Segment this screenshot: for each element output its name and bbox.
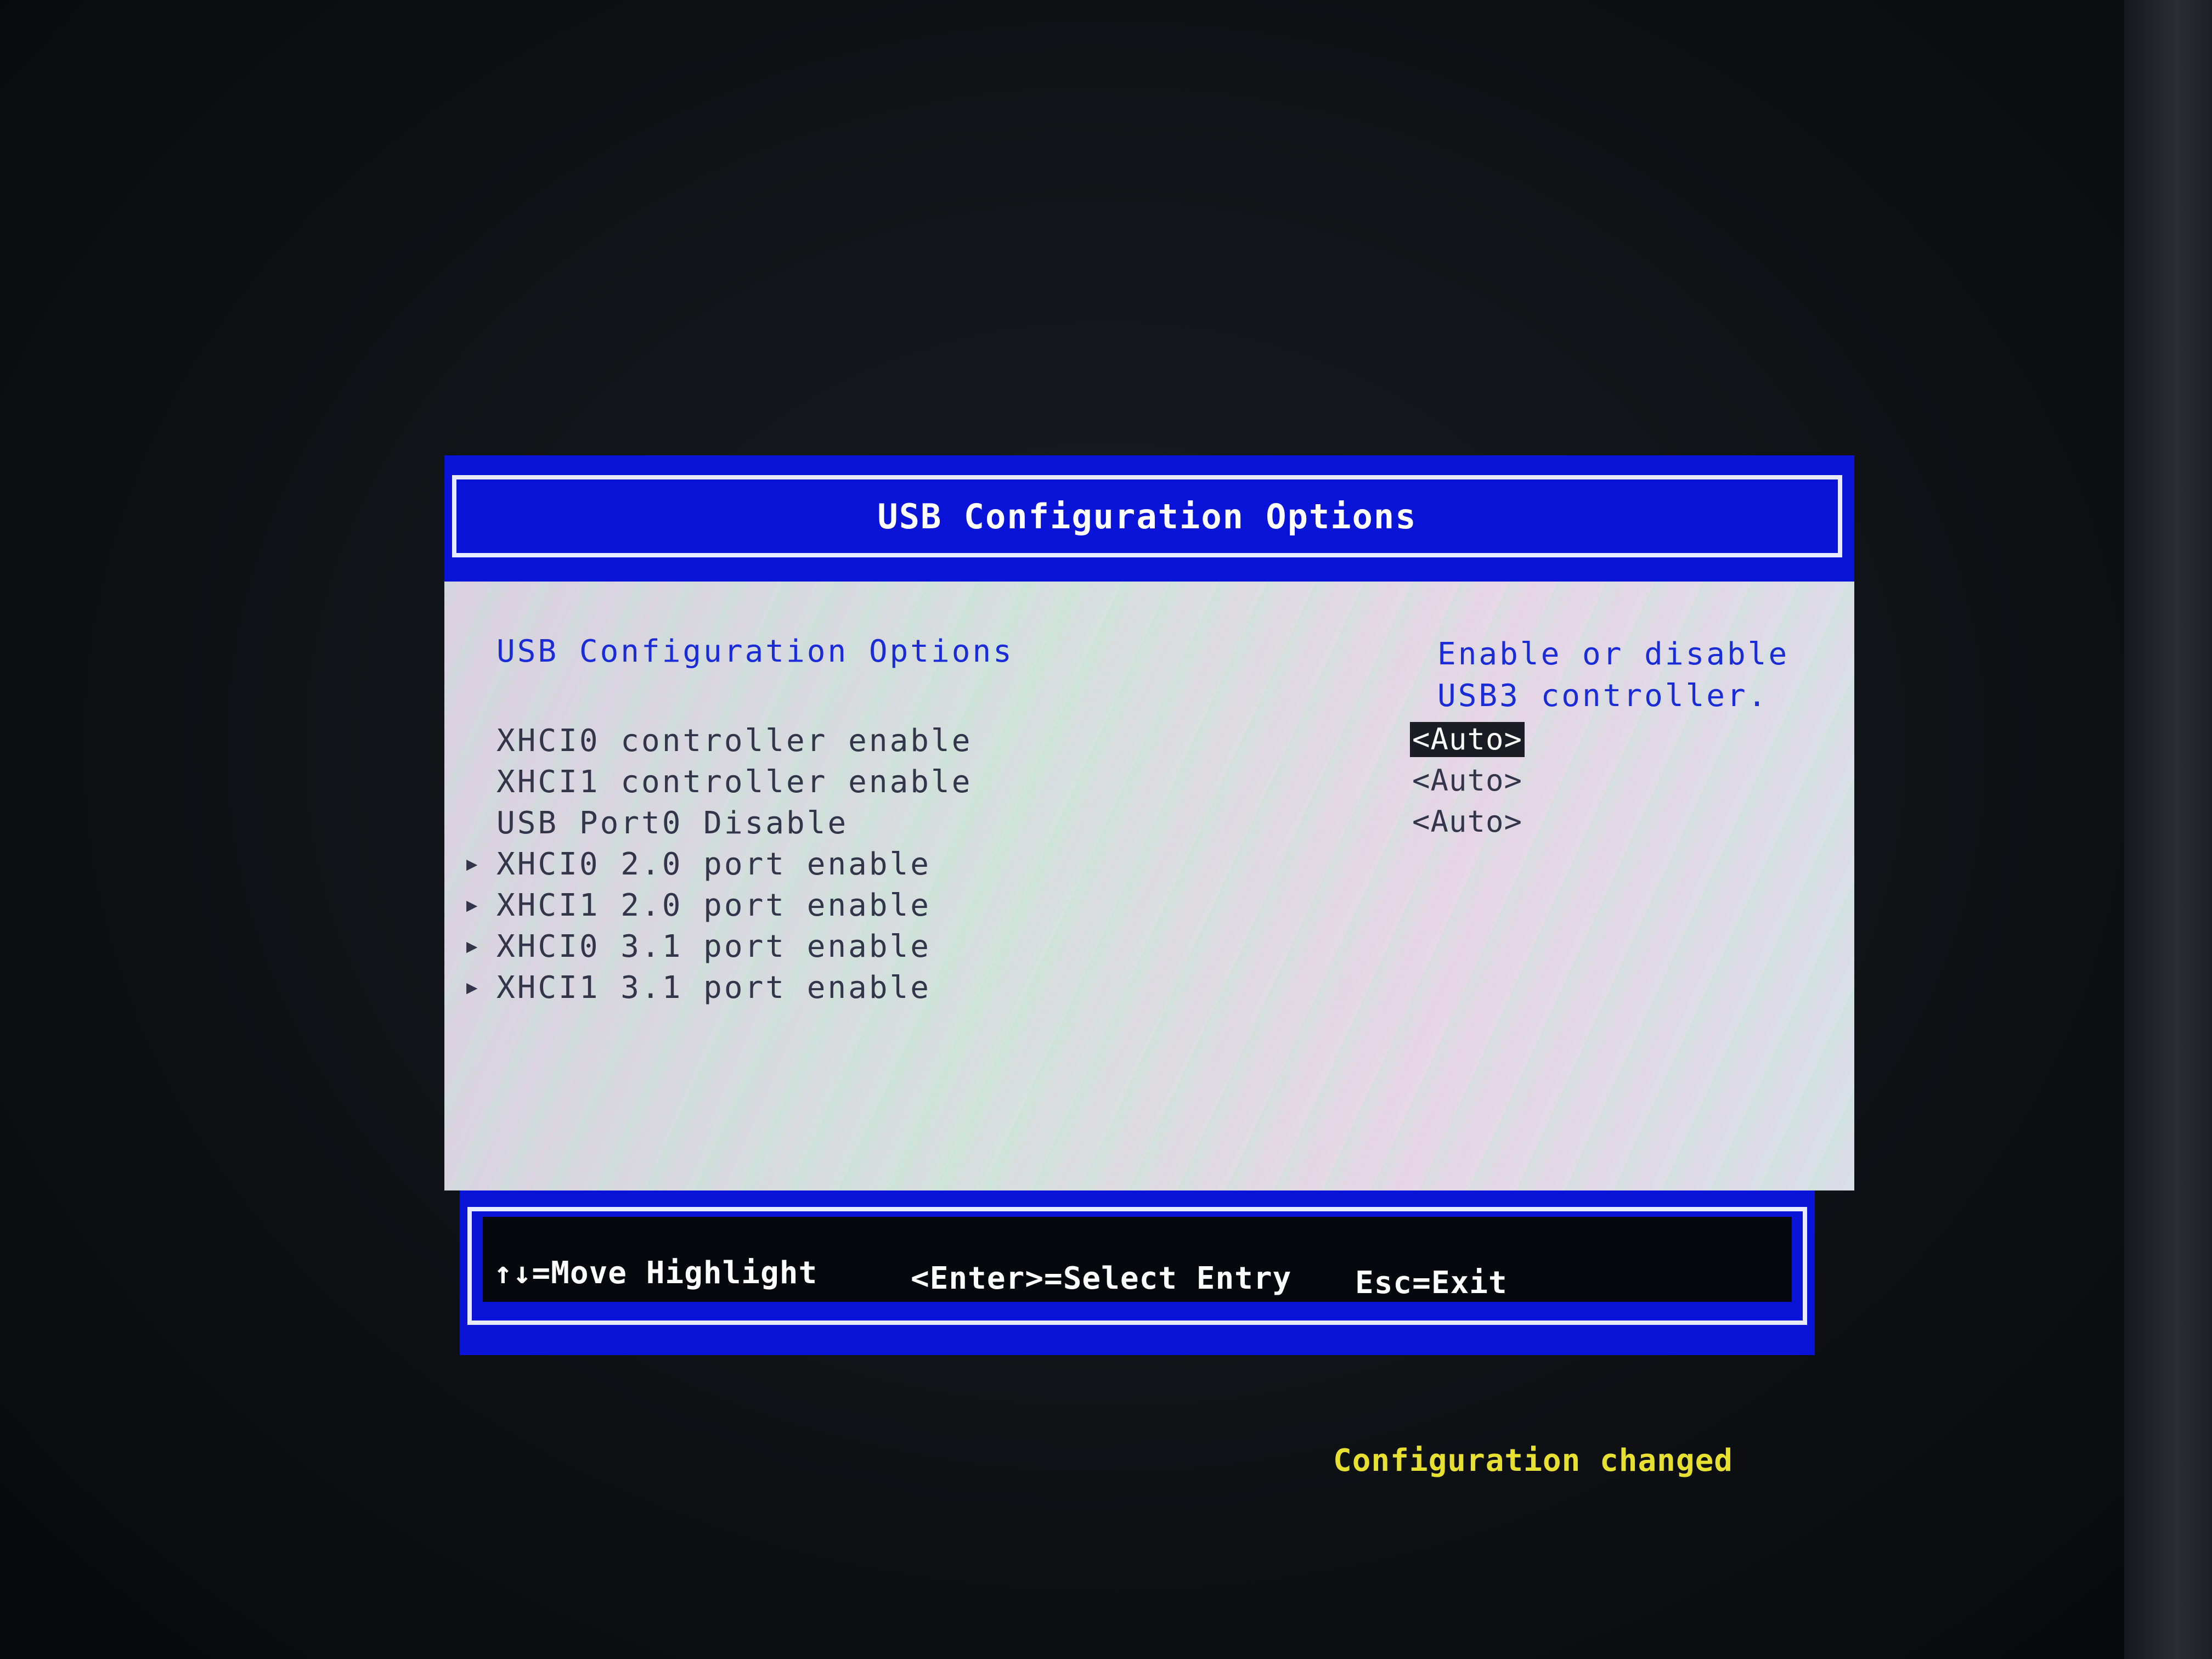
submenu-arrow-icon: ▶: [466, 977, 480, 999]
key-hints-bar: ↑↓=Move Highlight <Enter>=Select Entry E…: [460, 1190, 1815, 1355]
submenu-label: XHCI1 3.1 port enable: [496, 970, 932, 1006]
select-entry-hint: <Enter>=Select Entry: [911, 1261, 1292, 1296]
setting-usb-port0-disable[interactable]: USB Port0 Disable <Auto>: [466, 801, 1522, 842]
settings-list: XHCI0 controller enable <Auto> XHCI1 con…: [466, 719, 1525, 1007]
submenu-label: XHCI1 2.0 port enable: [496, 888, 932, 924]
setting-label: XHCI0 controller enable: [496, 723, 973, 759]
status-message: Configuration changed: [1333, 1443, 1734, 1479]
key-hints-frame: ↑↓=Move Highlight <Enter>=Select Entry E…: [467, 1207, 1807, 1325]
submenu-label: XHCI0 2.0 port enable: [496, 847, 932, 883]
help-line: USB3 controller.: [1437, 678, 1769, 714]
submenu-xhci0-3-1-port-enable[interactable]: ▶ XHCI0 3.1 port enable: [466, 924, 972, 966]
setting-xhci0-controller-enable[interactable]: XHCI0 controller enable <Auto>: [466, 719, 1525, 760]
setting-xhci1-controller-enable[interactable]: XHCI1 controller enable <Auto>: [466, 760, 1522, 801]
submenu-arrow-icon: ▶: [466, 935, 480, 958]
setting-value-selected[interactable]: <Auto>: [1410, 722, 1525, 757]
setting-value[interactable]: <Auto>: [1410, 763, 1525, 798]
setting-value[interactable]: <Auto>: [1410, 804, 1525, 839]
title-frame: USB Configuration Options: [452, 475, 1842, 557]
key-hints-inner: ↑↓=Move Highlight <Enter>=Select Entry E…: [483, 1217, 1792, 1302]
section-heading: USB Configuration Options: [496, 634, 1014, 669]
monitor-bezel: [2124, 0, 2212, 1659]
move-highlight-hint: ↑↓=Move Highlight: [494, 1255, 818, 1291]
submenu-xhci1-3-1-port-enable[interactable]: ▶ XHCI1 3.1 port enable: [466, 966, 972, 1007]
submenu-arrow-icon: ▶: [466, 894, 480, 917]
setting-label: XHCI1 controller enable: [496, 764, 973, 800]
settings-panel: USB Configuration Options Enable or disa…: [444, 582, 1854, 1190]
submenu-label: XHCI0 3.1 port enable: [496, 929, 932, 965]
setting-label: USB Port0 Disable: [496, 805, 849, 842]
page-title: USB Configuration Options: [877, 496, 1417, 537]
help-panel: Enable or disable USB3 controller.: [1437, 634, 1832, 717]
exit-hint: Esc=Exit: [1355, 1265, 1508, 1301]
submenu-xhci1-2-0-port-enable[interactable]: ▶ XHCI1 2.0 port enable: [466, 883, 972, 924]
submenu-arrow-icon: ▶: [466, 853, 480, 876]
bios-screen: USB Configuration Options USB Configurat…: [444, 455, 1854, 1479]
submenu-xhci0-2-0-port-enable[interactable]: ▶ XHCI0 2.0 port enable: [466, 842, 972, 883]
help-line: Enable or disable: [1437, 636, 1790, 672]
title-bar: USB Configuration Options: [444, 455, 1854, 582]
